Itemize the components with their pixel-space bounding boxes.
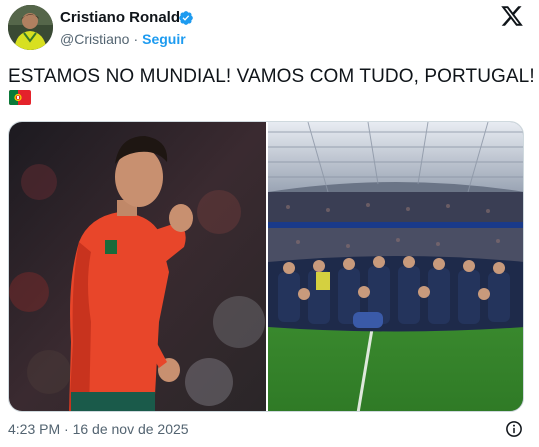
avatar[interactable] [8, 5, 53, 50]
handle-row: @Cristiano · Seguir [60, 31, 186, 47]
x-logo-icon[interactable] [500, 4, 524, 28]
author-name[interactable]: Cristiano Ronaldo [60, 9, 189, 26]
info-icon[interactable] [505, 420, 523, 438]
author-handle[interactable]: @Cristiano [60, 31, 129, 47]
media-grid [8, 121, 524, 412]
separator-dot: · [133, 31, 139, 47]
photo-player-celebrating[interactable] [9, 122, 266, 411]
tweet-text: ESTAMOS NO MUNDIAL! VAMOS COM TUDO, PORT… [8, 66, 535, 87]
timestamp[interactable]: 4:23 PM · 16 de nov de 2025 [8, 421, 189, 437]
verified-badge-icon [178, 10, 194, 26]
portugal-flag-icon [9, 90, 31, 105]
follow-button[interactable]: Seguir [142, 31, 186, 47]
photo-team-stadium[interactable] [268, 122, 523, 411]
